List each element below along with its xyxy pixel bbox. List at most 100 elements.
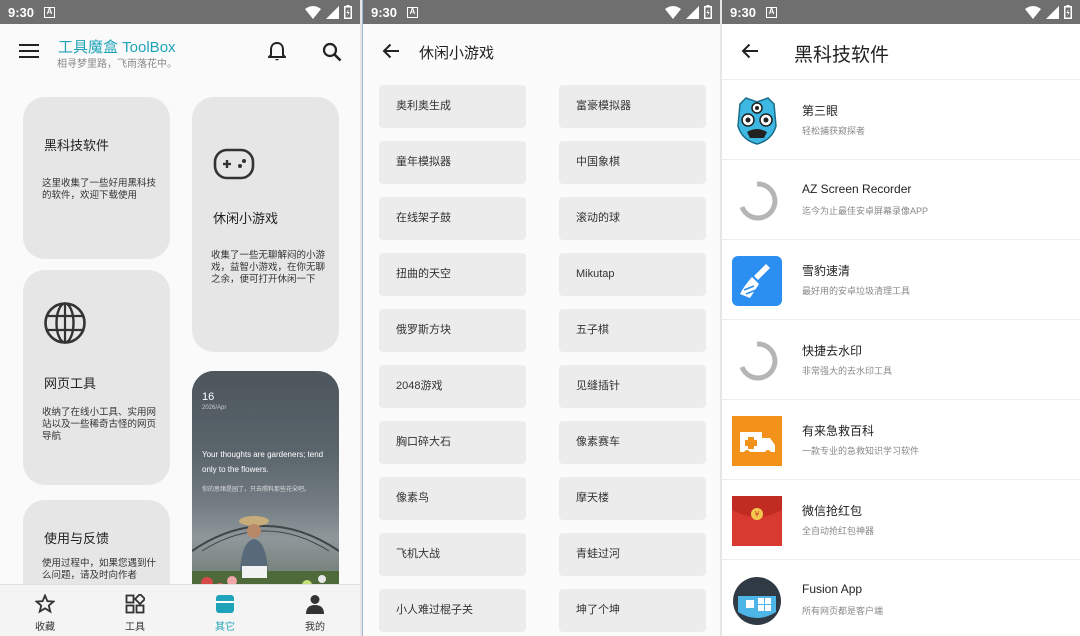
cellular-icon — [326, 5, 339, 19]
notification-icon: A — [44, 6, 56, 18]
card-tech-software[interactable]: 黑科技软件 这里收集了一些好用黑科技的软件，欢迎下载使用 — [23, 97, 170, 259]
app-row[interactable]: 雪豹速清 最好用的安卓垃圾清理工具 — [722, 240, 1080, 320]
game-item[interactable]: Mikutap — [559, 253, 706, 296]
app-desc: 最好用的安卓垃圾清理工具 — [802, 286, 911, 296]
back-arrow-icon[interactable] — [382, 43, 400, 59]
app-row[interactable]: Fusion App 所有网页都是客户端 — [722, 560, 1080, 636]
grid-icon — [125, 594, 145, 614]
loading-icon — [739, 341, 778, 381]
game-item[interactable]: 小人难过棍子关 — [379, 589, 526, 632]
menu-icon[interactable] — [19, 43, 39, 59]
game-item[interactable]: 2048游戏 — [379, 365, 526, 408]
games-screen: 9:30 A 休闲小游戏 奥利奥生成 富豪模拟器 童年模拟器 中国象棋 在线架子… — [362, 0, 720, 636]
third-eye-icon — [737, 97, 777, 145]
game-item[interactable]: 像素赛车 — [559, 421, 706, 464]
person-icon — [306, 595, 324, 614]
bell-icon[interactable] — [268, 41, 286, 62]
loading-icon — [739, 181, 778, 221]
app-name: AZ Screen Recorder — [802, 182, 912, 196]
app-row[interactable]: AZ Screen Recorder 迄今为止最佳安卓屏幕录像APP — [722, 160, 1080, 240]
battery-icon — [344, 5, 352, 19]
broom-icon — [732, 256, 782, 306]
wifi-icon — [305, 5, 321, 19]
card-casual-games[interactable]: 休闲小游戏 收集了一些无聊解闷的小游戏，益智小游戏，在你无聊之余，便可打开休闲一… — [192, 97, 339, 352]
nav-label: 工具 — [125, 622, 145, 633]
app-name: 有来急救百科 — [802, 424, 875, 438]
daily-quote-card[interactable]: 16 2026/Apr Your thoughts are gardeners;… — [192, 371, 339, 611]
app-desc: 一款专业的急救知识学习软件 — [802, 446, 920, 456]
app-row[interactable]: 第三眼 轻松捕获窥探者 — [722, 80, 1080, 160]
app-subtitle: 相寻梦里路，飞雨落花中。 — [57, 59, 177, 70]
app-bar: 黑科技软件 — [722, 24, 1080, 80]
status-bar: 9:30 A — [0, 0, 360, 24]
app-row[interactable]: 快捷去水印 非常强大的去水印工具 — [722, 320, 1080, 400]
notification-icon: A — [766, 6, 778, 18]
page-title: 休闲小游戏 — [419, 45, 495, 62]
game-item[interactable]: 滚动的球 — [559, 197, 706, 240]
game-item[interactable]: 奥利奥生成 — [379, 85, 526, 128]
app-name: 微信抢红包 — [802, 504, 863, 518]
nav-tools[interactable]: 工具 — [90, 585, 180, 636]
fusion-app-icon — [733, 577, 781, 625]
game-item[interactable]: 中国象棋 — [559, 141, 706, 184]
star-icon — [35, 594, 55, 614]
red-envelope-icon: ¥ — [732, 496, 782, 546]
app-desc: 所有网页都是客户端 — [802, 606, 884, 616]
game-item[interactable]: 像素鸟 — [379, 477, 526, 520]
wifi-icon — [665, 5, 681, 19]
back-arrow-icon[interactable] — [741, 43, 759, 59]
battery-icon — [704, 5, 712, 19]
game-item[interactable]: 五子棋 — [559, 309, 706, 352]
game-item[interactable]: 青蛙过河 — [559, 533, 706, 576]
card-title: 网页工具 — [44, 376, 97, 391]
card-title: 休闲小游戏 — [213, 211, 279, 226]
nav-label: 其它 — [215, 622, 235, 633]
status-time: 9:30 — [8, 4, 35, 20]
nav-other[interactable]: 其它 — [180, 585, 270, 636]
status-time: 9:30 — [371, 4, 398, 20]
search-icon[interactable] — [322, 42, 342, 62]
card-title: 黑科技软件 — [44, 138, 110, 153]
game-item[interactable]: 坤了个坤 — [559, 589, 706, 632]
other-icon — [216, 595, 234, 613]
nav-label: 我的 — [305, 622, 325, 633]
ambulance-icon — [732, 416, 782, 466]
game-item[interactable]: 见缝插针 — [559, 365, 706, 408]
home-screen: 9:30 A 工具魔盒 ToolBox 相寻梦里路，飞雨落花中。 黑科技软件 这… — [0, 0, 360, 636]
app-name: Fusion App — [802, 582, 863, 596]
status-bar: 9:30 A — [363, 0, 720, 24]
cellular-icon — [1046, 5, 1059, 19]
notification-icon: A — [407, 6, 419, 18]
game-item[interactable]: 富豪模拟器 — [559, 85, 706, 128]
nav-label: 收藏 — [35, 622, 55, 633]
quote-month: 2026/Apr — [202, 405, 227, 411]
game-item[interactable]: 童年模拟器 — [379, 141, 526, 184]
card-desc: 收纳了在线小工具、实用网站以及一些稀奇古怪的网页导航 — [42, 407, 157, 442]
game-item[interactable]: 飞机大战 — [379, 533, 526, 576]
app-name: 雪豹速清 — [802, 264, 851, 278]
game-item[interactable]: 俄罗斯方块 — [379, 309, 526, 352]
nav-favorites[interactable]: 收藏 — [0, 585, 90, 636]
quote-text: Your thoughts are gardeners; tend only t… — [202, 450, 324, 474]
quote-day: 16 — [202, 391, 215, 403]
app-desc: 非常强大的去水印工具 — [802, 366, 893, 376]
app-row[interactable]: 有来急救百科 一款专业的急救知识学习软件 — [722, 400, 1080, 480]
wifi-icon — [1025, 5, 1041, 19]
app-row[interactable]: ¥ 微信抢红包 全自动抢红包神器 — [722, 480, 1080, 560]
app-desc: 迄今为止最佳安卓屏幕录像APP — [802, 206, 929, 216]
globe-icon — [44, 302, 86, 344]
card-desc: 收集了一些无聊解闷的小游戏，益智小游戏，在你无聊之余，便可打开休闲一下 — [211, 250, 326, 285]
game-item[interactable]: 摩天楼 — [559, 477, 706, 520]
game-item[interactable]: 胸口碎大石 — [379, 421, 526, 464]
app-name: 第三眼 — [802, 104, 839, 118]
game-item[interactable]: 扭曲的天空 — [379, 253, 526, 296]
card-web-tools[interactable]: 网页工具 收纳了在线小工具、实用网站以及一些稀奇古怪的网页导航 — [23, 270, 170, 485]
game-item[interactable]: 在线架子鼓 — [379, 197, 526, 240]
nav-profile[interactable]: 我的 — [270, 585, 360, 636]
status-time: 9:30 — [730, 4, 757, 20]
card-desc: 使用过程中，如果您遇到什么问题，请及时向作者 — [42, 558, 157, 581]
app-desc: 轻松捕获窥探者 — [802, 126, 866, 136]
card-desc: 这里收集了一些好用黑科技的软件，欢迎下载使用 — [42, 178, 157, 201]
status-bar: 9:30 A — [722, 0, 1080, 24]
app-bar: 休闲小游戏 — [363, 24, 720, 80]
